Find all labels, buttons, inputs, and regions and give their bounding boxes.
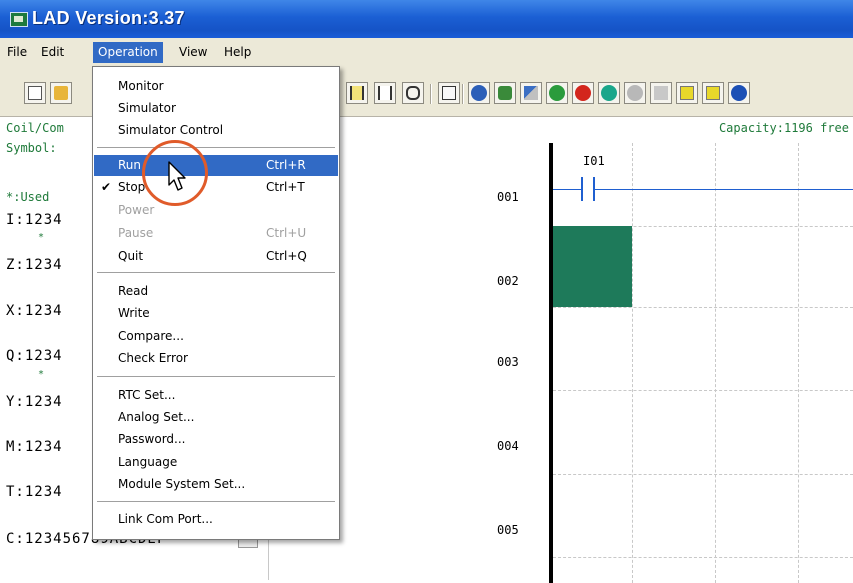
- toolbar-separator: [430, 84, 432, 104]
- menu-read[interactable]: Read: [94, 281, 338, 302]
- check-mark-icon: ✔: [101, 180, 112, 194]
- contact-label: I01: [583, 154, 605, 168]
- help-icon[interactable]: [728, 82, 750, 104]
- app-icon: [10, 12, 28, 27]
- row-number: 002: [497, 274, 519, 288]
- cursor-cell[interactable]: [553, 226, 632, 307]
- used-marker: *: [38, 232, 45, 243]
- used-marker: *: [38, 369, 45, 380]
- contact-nc-icon[interactable]: [374, 82, 396, 104]
- menu-separator: [97, 501, 335, 502]
- menu-simulator-control[interactable]: Simulator Control: [94, 120, 338, 141]
- menu-compare[interactable]: Compare...: [94, 326, 338, 347]
- row-number: 004: [497, 439, 519, 453]
- monitor-icon[interactable]: [650, 82, 672, 104]
- row-number: 005: [497, 523, 519, 537]
- write-icon[interactable]: [702, 82, 724, 104]
- tools-icon[interactable]: [520, 82, 542, 104]
- menu-bar: File Edit Operation View Help: [0, 38, 853, 67]
- contact-i01[interactable]: [581, 177, 595, 201]
- operation-menu: Monitor Simulator Simulator Control Run C…: [92, 66, 340, 540]
- menu-separator: [97, 272, 335, 273]
- run-icon[interactable]: [546, 82, 568, 104]
- window-title: LAD Version:3.37: [32, 8, 185, 28]
- capacity-status: Capacity:1196 free: [718, 121, 849, 135]
- function-block-icon[interactable]: [438, 82, 460, 104]
- menu-check-error[interactable]: Check Error: [94, 348, 338, 369]
- menu-operation[interactable]: Operation: [93, 42, 163, 63]
- stop-icon[interactable]: [572, 82, 594, 104]
- toolbar-separator: [462, 84, 464, 104]
- menu-monitor[interactable]: Monitor: [94, 76, 338, 97]
- menu-separator: [97, 376, 335, 377]
- row-number: 001: [497, 190, 519, 204]
- menu-pause: Pause Ctrl+U: [118, 226, 307, 240]
- menu-language[interactable]: Language: [94, 452, 338, 473]
- menu-separator: [97, 147, 335, 148]
- read-icon[interactable]: [676, 82, 698, 104]
- grid-line: [553, 474, 853, 475]
- menu-file[interactable]: File: [2, 38, 32, 66]
- menu-stop[interactable]: ✔ Stop Ctrl+T: [94, 177, 338, 198]
- grid-line: [798, 143, 799, 583]
- symbol-label: Symbol:: [6, 141, 57, 155]
- quit-icon[interactable]: [598, 82, 620, 104]
- open-folder-icon[interactable]: [50, 82, 72, 104]
- menu-analog-set[interactable]: Analog Set...: [94, 407, 338, 428]
- row-m: M:1234: [6, 439, 63, 455]
- used-label: *:Used: [6, 190, 50, 204]
- power-rail: [549, 143, 553, 583]
- grid-line: [553, 557, 853, 558]
- row-x: X:1234: [6, 303, 63, 319]
- new-file-icon[interactable]: [24, 82, 46, 104]
- menu-simulator[interactable]: Simulator: [94, 98, 338, 119]
- menu-rtc-set[interactable]: RTC Set...: [94, 385, 338, 406]
- grid-line: [715, 143, 716, 583]
- menu-quit[interactable]: Quit Ctrl+Q: [94, 246, 338, 267]
- menu-edit[interactable]: Edit: [36, 38, 69, 66]
- coil-label: Coil/Com: [6, 121, 64, 135]
- menu-view[interactable]: View: [174, 38, 212, 66]
- menu-power: Power: [118, 203, 155, 217]
- row-i: I:1234: [6, 212, 63, 228]
- menu-run[interactable]: Run Ctrl+R: [94, 155, 338, 176]
- row-t: T:1234: [6, 484, 63, 500]
- row-y: Y:1234: [6, 394, 63, 410]
- row-z: Z:1234: [6, 257, 63, 273]
- mouse-pointer-icon: [168, 161, 186, 191]
- menu-help[interactable]: Help: [219, 38, 256, 66]
- contact-no-icon[interactable]: [346, 82, 368, 104]
- title-bar: LAD Version:3.37: [0, 0, 853, 38]
- output-coil-icon[interactable]: [402, 82, 424, 104]
- menu-write[interactable]: Write: [94, 303, 338, 324]
- grid-line: [553, 307, 853, 308]
- row-q: Q:1234: [6, 348, 63, 364]
- row-number: 003: [497, 355, 519, 369]
- menu-module-system-set[interactable]: Module System Set...: [94, 474, 338, 495]
- grid-line: [632, 143, 633, 583]
- ladder-area: Capacity:1196 free I01 001 002 003 004 0…: [269, 117, 853, 583]
- transfer-icon[interactable]: [494, 82, 516, 104]
- circle-icon[interactable]: [624, 82, 646, 104]
- grid-line: [553, 390, 853, 391]
- menu-link-com-port[interactable]: Link Com Port...: [94, 509, 338, 530]
- refresh-icon[interactable]: [468, 82, 490, 104]
- rung-wire: [553, 189, 853, 190]
- menu-password[interactable]: Password...: [94, 429, 338, 450]
